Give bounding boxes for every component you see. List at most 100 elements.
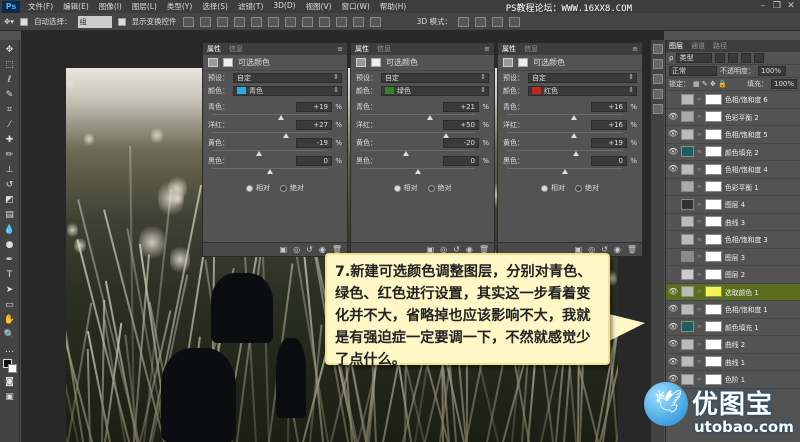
blend-mode-dropdown[interactable]: 正常	[669, 66, 717, 76]
preset-dropdown[interactable]: 自定	[233, 72, 342, 83]
align-left-icon[interactable]	[233, 16, 245, 27]
panel-menu-icon[interactable]: ≡	[632, 45, 638, 53]
slider-thumb[interactable]	[571, 133, 578, 138]
slider-thumb[interactable]	[278, 115, 285, 120]
tab-properties[interactable]: 属性	[207, 44, 221, 54]
relative-radio[interactable]	[246, 184, 253, 192]
layers-tab[interactable]: 通道	[691, 41, 705, 51]
slider-track[interactable]	[507, 168, 623, 174]
slider-track[interactable]	[212, 150, 328, 156]
slider-value-input[interactable]: +27	[296, 119, 332, 130]
eye-icon[interactable]	[668, 234, 678, 244]
slider-thumb[interactable]	[562, 169, 568, 174]
layer-mask-thumbnail[interactable]	[705, 268, 722, 280]
distribute-4-icon[interactable]	[335, 16, 347, 27]
distribute-6-icon[interactable]	[369, 16, 381, 27]
relative-option[interactable]: 相对	[541, 183, 565, 193]
info-panel-icon[interactable]	[652, 74, 663, 84]
mask-icon[interactable]	[223, 58, 233, 67]
layer-row[interactable]: ∞ 图层 3	[666, 249, 800, 266]
slider-thumb[interactable]	[573, 151, 580, 156]
quick-mask-icon[interactable]: ◙	[3, 376, 17, 388]
eye-icon[interactable]: 👁	[668, 129, 678, 139]
layer-row[interactable]: 👁 ∞ 色彩平衡 2	[666, 109, 800, 126]
slider-value-input[interactable]: -20	[443, 137, 479, 148]
auto-select-checkbox[interactable]	[20, 17, 29, 26]
preset-dropdown[interactable]: 自定	[528, 72, 637, 83]
layer-mask-thumbnail[interactable]	[705, 303, 722, 315]
mask-icon[interactable]	[371, 58, 381, 67]
slider-value-input[interactable]: +50	[443, 119, 479, 130]
layer-mask-thumbnail[interactable]	[705, 163, 722, 175]
stamp-tool-icon[interactable]: ⊥	[3, 164, 17, 176]
healing-tool-icon[interactable]: ✚	[3, 134, 17, 146]
blur-tool-icon[interactable]: 💧	[3, 224, 17, 236]
fill-input[interactable]: 100%	[771, 79, 797, 89]
layer-mask-thumbnail[interactable]	[705, 251, 722, 263]
panel-menu-icon[interactable]: ≡	[484, 45, 490, 53]
slider-value-input[interactable]: +16	[591, 119, 627, 130]
eye-icon[interactable]: 👁	[668, 357, 678, 367]
3d-pan-icon[interactable]	[492, 16, 503, 27]
screen-mode-icon[interactable]: ▣	[3, 391, 17, 403]
marquee-tool-icon[interactable]: ⬚	[3, 59, 17, 71]
eye-icon[interactable]: 👁	[668, 339, 678, 349]
layer-row[interactable]: ∞ 曲线 3	[666, 214, 800, 231]
eye-icon[interactable]: 👁	[668, 287, 678, 297]
history-panel-icon[interactable]	[652, 44, 663, 54]
eye-icon[interactable]	[668, 252, 678, 262]
filter-adjustment-icon[interactable]	[728, 53, 739, 63]
layer-mask-thumbnail[interactable]	[705, 111, 722, 123]
pen-tool-icon[interactable]: ✒	[3, 254, 17, 266]
layer-row[interactable]: 👁 ∞ 色相/饱和度 5	[666, 126, 800, 144]
slider-track[interactable]	[360, 132, 475, 138]
eye-icon[interactable]: 👁	[668, 304, 678, 314]
move-tool-icon[interactable]: ✥▾	[4, 17, 14, 26]
menu-item[interactable]: 视图(V)	[301, 1, 337, 12]
absolute-radio[interactable]	[427, 184, 435, 192]
history-brush-icon[interactable]: ↺	[3, 179, 17, 191]
slider-value-input[interactable]: +19	[296, 101, 332, 112]
lock-icons[interactable]: ▦ ✎ ✥ 🔒	[693, 80, 727, 88]
3d-slide-icon[interactable]	[509, 16, 520, 27]
distribute-3-icon[interactable]	[318, 16, 330, 27]
layer-row[interactable]: 👁 ∞ 色相/饱和度 4	[666, 161, 800, 179]
slider-track[interactable]	[507, 132, 623, 138]
slider-value-input[interactable]: 0	[296, 155, 332, 166]
adjustments-panel-icon[interactable]	[652, 89, 663, 99]
eye-icon[interactable]: 👁	[668, 112, 678, 122]
reset-icon[interactable]: ↺	[306, 245, 313, 254]
absolute-radio[interactable]	[280, 184, 287, 192]
distribute-2-icon[interactable]	[301, 16, 313, 27]
tab-info[interactable]: 信息	[524, 44, 538, 54]
trash-icon[interactable]: 🗑	[627, 245, 637, 254]
eye-icon[interactable]	[668, 199, 678, 209]
lasso-tool-icon[interactable]: ℓ	[3, 74, 17, 86]
filter-type-icon[interactable]	[741, 53, 752, 63]
minimize-icon[interactable]: –	[756, 0, 770, 12]
relative-option[interactable]: 相对	[393, 183, 418, 193]
menu-item[interactable]: 类型(Y)	[162, 1, 197, 12]
menu-item[interactable]: 选择(S)	[197, 1, 233, 12]
eyedropper-tool-icon[interactable]: ⁄	[3, 119, 17, 131]
layers-tab[interactable]: 图层	[669, 41, 683, 51]
crop-tool-icon[interactable]: ⌗	[3, 104, 17, 116]
layer-mask-thumbnail[interactable]	[705, 356, 722, 368]
layer-row[interactable]: 👁 ∞ 颜色填充 1	[666, 319, 800, 336]
layer-row[interactable]: 👁 ∞ 颜色填充 2	[666, 144, 800, 161]
slider-track[interactable]	[507, 150, 623, 156]
mask-icon[interactable]	[518, 58, 528, 67]
eye-icon[interactable]: 👁	[668, 147, 678, 157]
quick-select-tool-icon[interactable]: ✎	[3, 89, 17, 101]
slider-track[interactable]	[360, 168, 475, 174]
panel-menu-icon[interactable]: ≡	[337, 45, 343, 53]
layer-row[interactable]: ∞ 色彩平衡 1	[666, 179, 800, 196]
slider-thumb[interactable]	[403, 151, 409, 156]
type-tool-icon[interactable]: T	[3, 269, 17, 281]
layer-row[interactable]: 👁 ∞ 选取颜色 1	[666, 283, 800, 301]
absolute-radio[interactable]	[575, 184, 582, 192]
layer-mask-thumbnail[interactable]	[705, 128, 722, 140]
menu-item[interactable]: 3D(D)	[268, 1, 300, 12]
slider-track[interactable]	[507, 114, 623, 120]
slider-value-input[interactable]: +19	[591, 137, 627, 148]
